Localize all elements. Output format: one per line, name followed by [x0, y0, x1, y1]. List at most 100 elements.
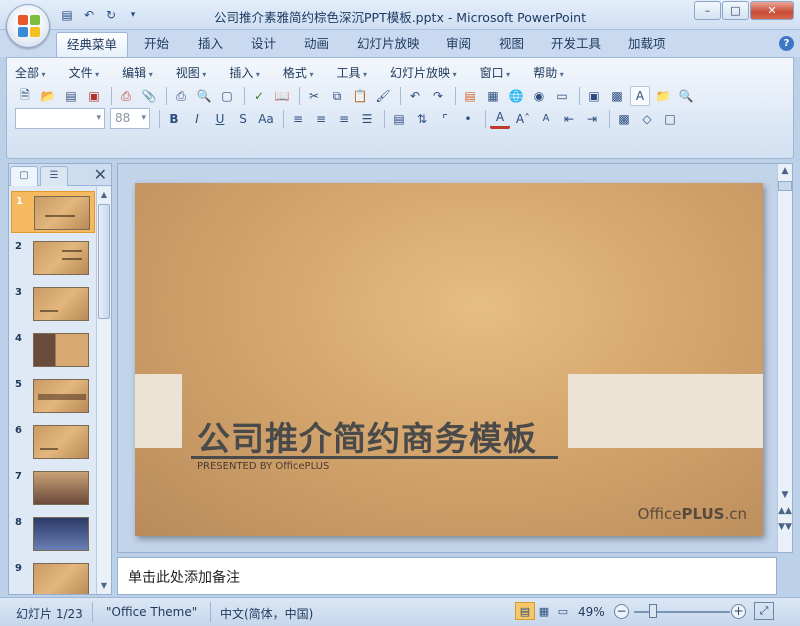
- tab-animations[interactable]: 动画: [294, 32, 339, 57]
- grow-font-icon[interactable]: Aˆ: [513, 109, 533, 129]
- outline-tab-icon[interactable]: ☰: [40, 166, 68, 186]
- current-slide[interactable]: 公司推介简约商务模板 PRESENTED BY OfficePLUS Offic…: [135, 183, 763, 536]
- decrease-indent-icon[interactable]: ⇤: [559, 109, 579, 129]
- permission-icon[interactable]: ▣: [84, 86, 104, 106]
- tab-design[interactable]: 设计: [241, 32, 286, 57]
- tab-review[interactable]: 审阅: [436, 32, 481, 57]
- menu-help[interactable]: 帮助: [533, 64, 564, 81]
- tab-home[interactable]: 开始: [134, 32, 179, 57]
- slide-thumb-5[interactable]: 5: [11, 375, 95, 417]
- close-button[interactable]: ✕: [750, 1, 794, 20]
- slide-sorter-view-icon[interactable]: ▦: [534, 602, 554, 620]
- slide-thumb-7[interactable]: 7: [11, 467, 95, 509]
- save-icon[interactable]: ▤: [61, 86, 81, 106]
- font-size-select[interactable]: 88: [110, 108, 150, 129]
- slide-thumb-1[interactable]: 1: [11, 191, 95, 233]
- cut-icon[interactable]: ✂: [304, 86, 324, 106]
- format-painter-icon[interactable]: 🖌: [373, 86, 393, 106]
- notes-pane[interactable]: 单击此处添加备注: [117, 557, 777, 595]
- zoom-level[interactable]: 49%: [578, 605, 605, 619]
- scroll-thumb[interactable]: [778, 181, 792, 191]
- menu-format[interactable]: 格式: [283, 64, 314, 81]
- folder-icon[interactable]: 📁: [653, 86, 673, 106]
- slide-subtitle[interactable]: PRESENTED BY OfficePLUS: [197, 461, 329, 472]
- office-button[interactable]: [6, 4, 50, 48]
- close-panel-icon[interactable]: ✕: [94, 165, 107, 184]
- menu-view[interactable]: 视图: [176, 64, 207, 81]
- help-icon[interactable]: ?: [779, 36, 794, 51]
- paste-icon[interactable]: 📋: [350, 86, 370, 106]
- page-setup-icon[interactable]: ▢: [217, 86, 237, 106]
- color-scheme-icon[interactable]: ◉: [529, 86, 549, 106]
- underline-icon[interactable]: U: [210, 109, 230, 129]
- research-icon[interactable]: 📖: [272, 86, 292, 106]
- editor-scrollbar[interactable]: ▲ ▼ ▲▲ ▼▼: [777, 164, 792, 552]
- undo-icon[interactable]: ↶: [405, 86, 425, 106]
- spelling-icon[interactable]: ✓: [249, 86, 269, 106]
- shape-fill-icon[interactable]: □: [660, 109, 680, 129]
- thumbnails-scrollbar[interactable]: ▲ ▼: [96, 187, 111, 594]
- shapes-icon[interactable]: ◇: [637, 109, 657, 129]
- copy-icon[interactable]: ⧉: [327, 86, 347, 106]
- menu-tools[interactable]: 工具: [336, 64, 367, 81]
- scroll-down-icon[interactable]: ▼: [778, 490, 792, 500]
- bold-icon[interactable]: B: [164, 109, 184, 129]
- slide-thumb-4[interactable]: 4: [11, 329, 95, 371]
- zoom-in-icon[interactable]: +: [731, 604, 746, 619]
- slide-bg-icon[interactable]: ▭: [552, 86, 572, 106]
- fit-to-window-icon[interactable]: ⤢: [754, 602, 774, 620]
- scroll-thumb[interactable]: [98, 204, 110, 319]
- numbering-icon[interactable]: ⌜: [435, 109, 455, 129]
- slide-thumb-3[interactable]: 3: [11, 283, 95, 325]
- align-center-icon[interactable]: ≡: [311, 109, 331, 129]
- slide-thumb-6[interactable]: 6: [11, 421, 95, 463]
- table-icon[interactable]: ▦: [483, 86, 503, 106]
- tab-slideshow[interactable]: 幻灯片放映: [347, 32, 430, 57]
- align-right-icon[interactable]: ≡: [334, 109, 354, 129]
- print-preview-icon[interactable]: 🔍: [194, 86, 214, 106]
- shrink-font-icon[interactable]: A: [536, 109, 556, 129]
- export-pdf-icon[interactable]: ⎙: [116, 86, 136, 106]
- new-slide-icon[interactable]: ▣: [584, 86, 604, 106]
- text-direction-icon[interactable]: ⇅: [412, 109, 432, 129]
- columns-icon[interactable]: ▤: [389, 109, 409, 129]
- print-icon[interactable]: ⎙: [171, 86, 191, 106]
- tab-classic-menu[interactable]: 经典菜单: [56, 32, 129, 57]
- tab-insert[interactable]: 插入: [188, 32, 233, 57]
- menu-file[interactable]: 文件: [69, 64, 100, 81]
- slide-thumb-9[interactable]: 9: [11, 559, 95, 594]
- open-folder-icon[interactable]: 📂: [38, 86, 58, 106]
- scroll-down-icon[interactable]: ▼: [97, 579, 111, 593]
- shadow-icon[interactable]: S: [233, 109, 253, 129]
- zoom-slider-thumb[interactable]: [649, 604, 657, 618]
- new-file-icon[interactable]: 🗎: [15, 86, 35, 106]
- italic-icon[interactable]: I: [187, 109, 207, 129]
- menu-edit[interactable]: 编辑: [122, 64, 153, 81]
- slide-thumb-2[interactable]: 2: [11, 237, 95, 279]
- scroll-up-icon[interactable]: ▲: [778, 166, 792, 176]
- attach-icon[interactable]: 📎: [139, 86, 159, 106]
- text-box-icon[interactable]: A: [630, 86, 650, 106]
- minimize-button[interactable]: –: [694, 1, 721, 20]
- justify-icon[interactable]: ☰: [357, 109, 377, 129]
- menu-insert[interactable]: 插入: [229, 64, 260, 81]
- menu-all[interactable]: 全部: [15, 64, 46, 81]
- align-left-icon[interactable]: ≡: [288, 109, 308, 129]
- menu-window[interactable]: 窗口: [480, 64, 511, 81]
- increase-indent-icon[interactable]: ⇥: [582, 109, 602, 129]
- font-name-select[interactable]: [15, 108, 105, 129]
- previous-slide-icon[interactable]: ▲▲: [778, 506, 792, 516]
- tab-developer[interactable]: 开发工具: [541, 32, 611, 57]
- globe-icon[interactable]: 🌐: [506, 86, 526, 106]
- menu-slideshow[interactable]: 幻灯片放映: [390, 64, 457, 81]
- tab-view[interactable]: 视图: [489, 32, 534, 57]
- arrange-icon[interactable]: ▩: [614, 109, 634, 129]
- tab-addins[interactable]: 加载项: [618, 32, 676, 57]
- redo-icon[interactable]: ↷: [428, 86, 448, 106]
- language-indicator[interactable]: 中文(简体，中国): [220, 605, 313, 622]
- slides-tab-icon[interactable]: ▢: [10, 166, 38, 186]
- slide-title[interactable]: 公司推介简约商务模板: [197, 412, 537, 460]
- next-slide-icon[interactable]: ▼▼: [778, 522, 792, 532]
- scroll-up-icon[interactable]: ▲: [97, 188, 111, 202]
- slide-thumb-8[interactable]: 8: [11, 513, 95, 555]
